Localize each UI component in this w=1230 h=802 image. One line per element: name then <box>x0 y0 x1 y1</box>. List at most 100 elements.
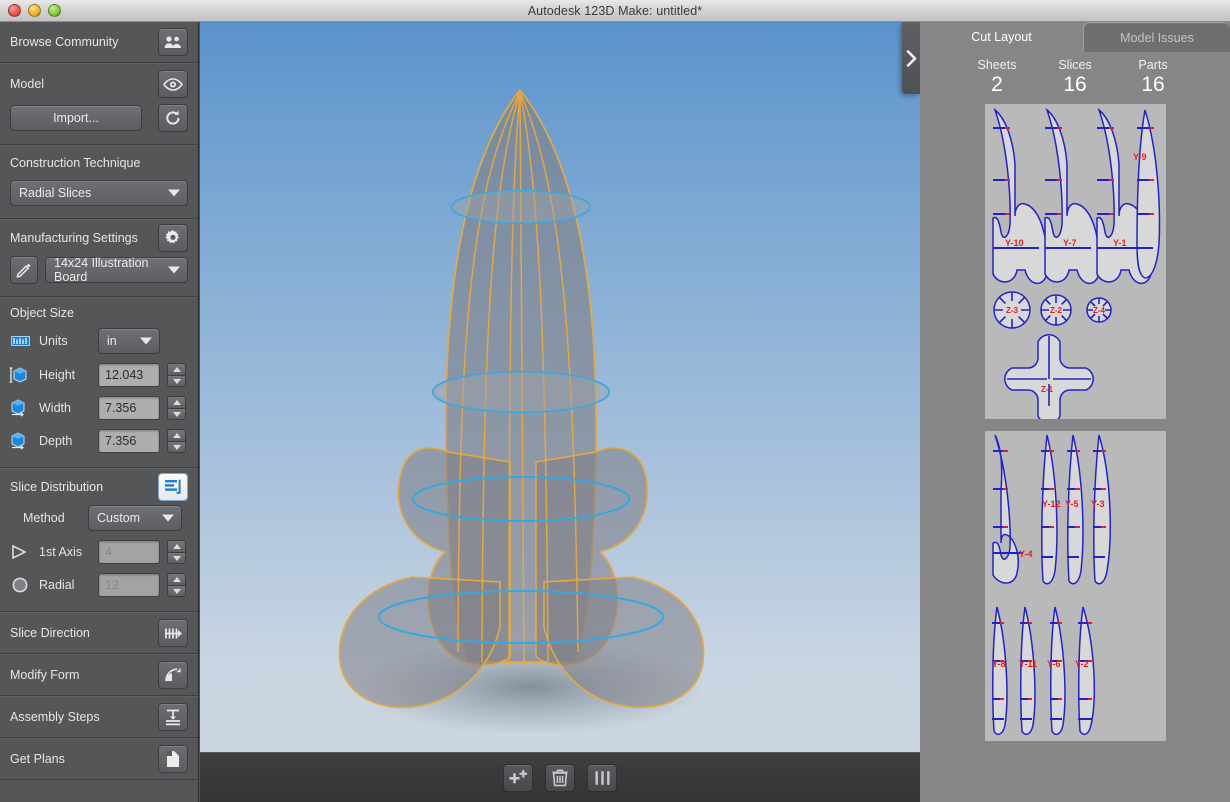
depth-stepper[interactable] <box>167 429 186 453</box>
part-label: Y-5 <box>1065 499 1079 509</box>
part-label: Z-2 <box>1050 306 1063 315</box>
viewport-toolbar <box>200 752 920 802</box>
sidebar-item-get-plans[interactable]: Get Plans <box>0 738 198 780</box>
right-panel: Cut Layout Model Issues Sheets 2 Slices … <box>920 22 1230 802</box>
depth-input[interactable]: 7.356 <box>98 429 160 453</box>
gear-icon[interactable] <box>158 224 188 252</box>
method-value: Custom <box>97 511 141 525</box>
radial-stepper-up[interactable] <box>167 573 186 585</box>
method-label: Method <box>23 511 65 525</box>
units-row: Units in <box>0 328 198 363</box>
sidebar-section-model: Model Import... <box>0 63 198 145</box>
panel-stats: Sheets 2 Slices 16 Parts 16 <box>920 52 1230 102</box>
browse-community-label: Browse Community <box>10 35 119 49</box>
method-dropdown[interactable]: Custom <box>88 505 182 531</box>
add-plus-icon[interactable] <box>503 763 533 792</box>
plans-icon[interactable] <box>158 745 188 773</box>
depth-stepper-up[interactable] <box>167 429 186 441</box>
radial-stepper[interactable] <box>167 573 186 597</box>
chevron-down-icon <box>162 514 174 522</box>
sidebar-item-browse-community[interactable]: Browse Community <box>0 22 198 63</box>
first-axis-stepper[interactable] <box>167 540 186 564</box>
material-dropdown[interactable]: 14x24 Illustration Board <box>45 256 188 284</box>
part-label: Z-4 <box>1093 306 1106 315</box>
construction-technique-label: Construction Technique <box>10 156 141 170</box>
depth-stepper-down[interactable] <box>167 441 186 453</box>
title-bar: Autodesk 123D Make: untitled* <box>0 0 1230 22</box>
depth-row: Depth 7.356 <box>0 429 198 467</box>
app-window: Autodesk 123D Make: untitled* Browse Com… <box>0 0 1230 802</box>
height-input[interactable]: 12.043 <box>98 363 160 387</box>
model-viewport[interactable] <box>200 22 920 752</box>
cut-sheet-2[interactable]: Y-4 Y-12 Y-5 Y-3 Y-8 Y-11 Y-6 Y-2 <box>984 431 1166 741</box>
method-row: Method Custom <box>0 505 198 540</box>
stat-parts-label: Parts <box>1138 58 1168 72</box>
close-button[interactable] <box>8 4 21 17</box>
sidebar-section-manufacturing-settings: Manufacturing Settings 14x24 Illustratio… <box>0 219 198 297</box>
assembly-steps-label: Assembly Steps <box>10 710 100 724</box>
panel-collapse-handle[interactable] <box>902 22 920 94</box>
assembly-steps-icon[interactable] <box>158 703 188 731</box>
height-label: Height <box>39 368 76 382</box>
radial-stepper-down[interactable] <box>167 585 186 597</box>
first-axis-row: 1st Axis 4 <box>0 540 198 573</box>
pencil-icon[interactable] <box>10 256 38 284</box>
community-icon[interactable] <box>158 28 188 56</box>
columns-icon[interactable] <box>587 763 617 792</box>
refresh-icon[interactable] <box>158 104 188 132</box>
tab-cut-layout[interactable]: Cut Layout <box>920 22 1083 52</box>
slice-direction-label: Slice Direction <box>10 626 90 640</box>
tab-model-issues[interactable]: Model Issues <box>1083 22 1230 52</box>
eye-icon[interactable] <box>158 70 188 98</box>
distribution-icon[interactable] <box>158 473 188 501</box>
stat-sheets-label: Sheets <box>977 58 1017 72</box>
construction-technique-value: Radial Slices <box>19 186 92 200</box>
height-stepper[interactable] <box>167 363 186 387</box>
part-label: Y-9 <box>1133 152 1147 162</box>
units-label: Units <box>39 334 68 348</box>
radial-circle-icon <box>8 576 32 594</box>
height-stepper-down[interactable] <box>167 375 186 387</box>
window-controls <box>8 4 61 17</box>
radial-input[interactable]: 12 <box>98 573 160 597</box>
sidebar-section-object-size: Object Size Units in Height 12.043 Width… <box>0 297 198 468</box>
radial-row: Radial 12 <box>0 573 198 611</box>
axis-triangle-icon <box>8 544 32 560</box>
width-input[interactable]: 7.356 <box>98 396 160 420</box>
sidebar-item-slice-direction[interactable]: Slice Direction <box>0 612 198 654</box>
cut-sheet-1[interactable]: Y-10 Y-7 Y-1 Y-9 Z-3 Z-2 Z-4 Z-1 <box>984 104 1166 419</box>
modify-form-icon[interactable] <box>158 661 188 689</box>
get-plans-label: Get Plans <box>10 752 65 766</box>
radial-label: Radial <box>39 578 75 592</box>
cube-width-icon <box>8 398 32 418</box>
chevron-down-icon <box>168 189 180 197</box>
import-button[interactable]: Import... <box>10 105 142 131</box>
first-axis-stepper-down[interactable] <box>167 552 186 564</box>
part-label: Y-3 <box>1091 499 1105 509</box>
left-sidebar: Browse Community Model Import... Constru… <box>0 22 199 802</box>
units-dropdown[interactable]: in <box>98 328 160 354</box>
depth-label: Depth <box>39 434 73 448</box>
width-stepper-down[interactable] <box>167 408 186 420</box>
width-stepper[interactable] <box>167 396 186 420</box>
first-axis-label: 1st Axis <box>39 545 83 559</box>
height-stepper-up[interactable] <box>167 363 186 375</box>
sidebar-item-assembly-steps[interactable]: Assembly Steps <box>0 696 198 738</box>
trash-icon[interactable] <box>545 763 575 792</box>
window-title: Autodesk 123D Make: untitled* <box>527 3 703 18</box>
part-label: Y-12 <box>1042 499 1061 509</box>
sidebar-item-modify-form[interactable]: Modify Form <box>0 654 198 696</box>
width-stepper-up[interactable] <box>167 396 186 408</box>
maximize-button[interactable] <box>48 4 61 17</box>
sidebar-section-construction-technique: Construction Technique Radial Slices <box>0 145 198 219</box>
slice-direction-icon[interactable] <box>158 619 188 647</box>
rocket-model <box>338 88 705 735</box>
ruler-icon <box>8 334 32 348</box>
construction-technique-dropdown[interactable]: Radial Slices <box>10 180 188 206</box>
first-axis-stepper-up[interactable] <box>167 540 186 552</box>
stat-slices-label: Slices <box>1058 58 1092 72</box>
height-row: Height 12.043 <box>0 363 198 396</box>
minimize-button[interactable] <box>28 4 41 17</box>
chevron-right-icon <box>906 49 916 67</box>
first-axis-input[interactable]: 4 <box>98 540 160 564</box>
